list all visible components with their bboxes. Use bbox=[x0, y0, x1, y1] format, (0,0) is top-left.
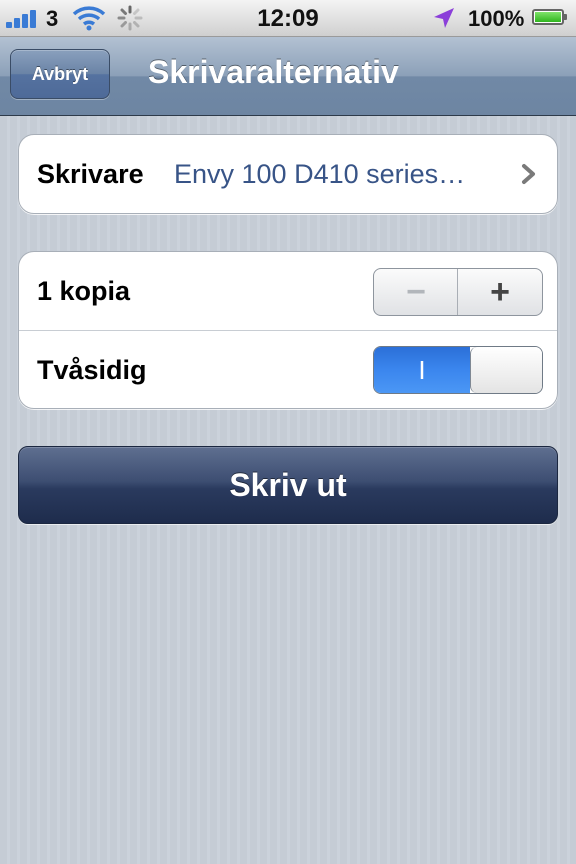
increment-button[interactable]: + bbox=[457, 269, 542, 315]
copies-stepper: − + bbox=[373, 268, 543, 316]
battery-icon bbox=[532, 9, 567, 25]
status-bar: 3 12:09 100% bbox=[0, 0, 576, 37]
minus-icon: − bbox=[406, 273, 426, 311]
printer-group: Skrivare Envy 100 D410 series… bbox=[18, 134, 558, 214]
duplex-label: Tvåsidig bbox=[37, 355, 147, 385]
navigation-bar: Avbryt Skrivaralternativ bbox=[0, 37, 576, 116]
copies-row: 1 kopia − + bbox=[19, 252, 557, 330]
page-title: Skrivaralternativ bbox=[148, 54, 399, 90]
print-button[interactable]: Skriv ut bbox=[18, 446, 558, 524]
chevron-right-icon bbox=[519, 163, 539, 185]
printer-label: Skrivare bbox=[37, 159, 144, 189]
location-arrow-icon bbox=[432, 6, 456, 36]
options-group: 1 kopia − + Tvåsidig I bbox=[18, 251, 558, 409]
copies-label: 1 kopia bbox=[37, 276, 131, 306]
battery-percentage: 100% bbox=[468, 6, 525, 31]
duplex-toggle[interactable]: I bbox=[373, 346, 543, 394]
printer-value: Envy 100 D410 series… bbox=[174, 159, 466, 189]
toggle-on-indicator: I bbox=[374, 347, 470, 393]
cancel-button[interactable]: Avbryt bbox=[10, 49, 110, 99]
printer-row[interactable]: Skrivare Envy 100 D410 series… bbox=[19, 135, 557, 213]
duplex-row: Tvåsidig I bbox=[19, 330, 557, 408]
decrement-button[interactable]: − bbox=[374, 269, 458, 315]
plus-icon: + bbox=[490, 273, 510, 311]
toggle-knob[interactable] bbox=[470, 347, 542, 393]
